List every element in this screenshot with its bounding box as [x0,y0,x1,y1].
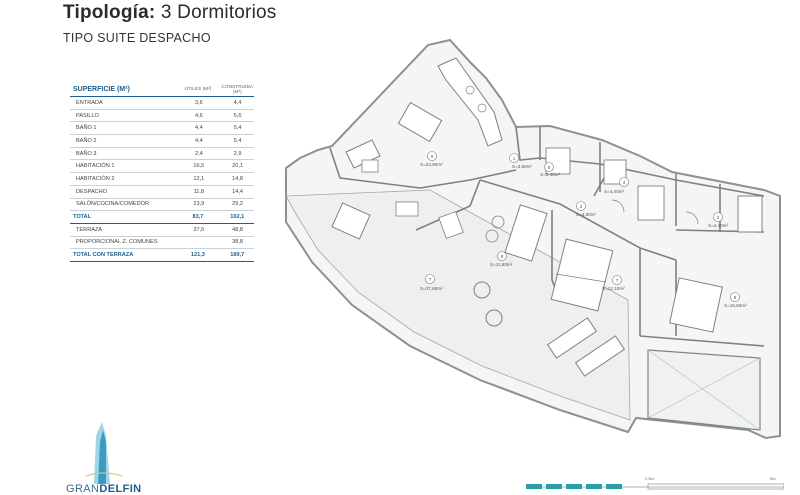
scale-label-end: 5m [770,476,776,481]
room-number: 1 [513,156,516,161]
scale-label-mid: 2,5m [645,476,654,481]
room-area: S=37,60m² [420,286,443,291]
terrace-armchair [395,201,419,217]
scale-segment [566,484,582,489]
room-number: 5 [548,165,551,170]
bath-fixture [737,195,763,233]
room-area: S=16,50m² [724,303,747,308]
scale-segment-empty [647,483,784,490]
logo-part-2: DELFIN [99,483,142,495]
room-number: 6 [734,295,737,300]
room-number: 8 [501,254,504,259]
scale-segment [526,484,542,489]
room-area: S=4,40m² [604,189,625,194]
room-number: 3 [717,215,720,220]
room-area: S=12,10m² [602,286,625,291]
room-number: T [429,277,432,282]
room-area: S=4,40m² [708,223,729,228]
room-area: S=23,90m² [420,162,443,167]
gran-delfin-logo [85,422,123,484]
scale-segment [586,484,602,489]
logo-part-1: GRAN [66,483,100,495]
room-number: 4 [623,180,626,185]
room-area: S=11,80m² [490,262,513,267]
scale-segment [606,484,622,489]
room-area: S=3,60m² [512,164,533,169]
scale-segment [546,484,562,489]
logo-text: GRANDELFIN [66,483,142,495]
room-number: 2 [580,204,583,209]
room-area: S=4,60m² [576,212,597,217]
room-area: S=2,40m² [540,172,561,177]
bed-bedroom-1 [669,277,723,333]
scale-bar [526,483,784,490]
bath-fixture [637,185,665,221]
room-number: 9 [431,154,434,159]
armchair [361,159,379,173]
room-number: 7 [616,278,619,283]
